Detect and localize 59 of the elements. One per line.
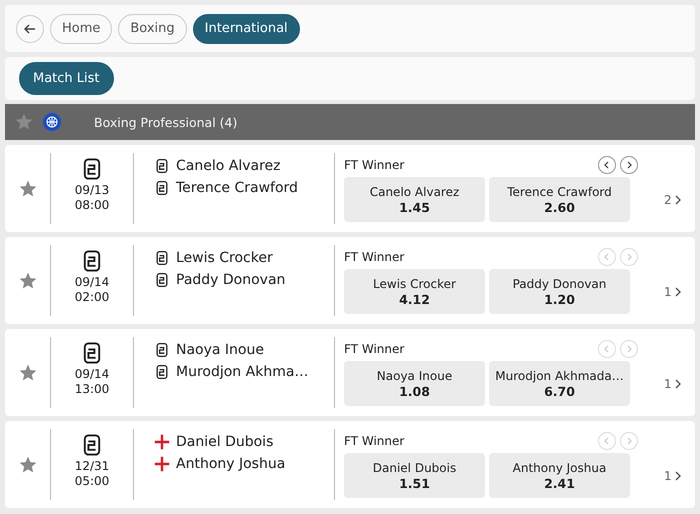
fighter-name: Murodjon Akhma… — [176, 364, 308, 380]
chevron-right-icon — [674, 378, 682, 388]
star-icon[interactable] — [18, 178, 38, 198]
chevron-right-icon — [674, 286, 682, 296]
fighter-name: Naoya Inoue — [176, 342, 264, 358]
chevron-right-icon — [625, 437, 633, 445]
chevron-left-icon — [603, 437, 611, 445]
match-list-button[interactable]: Match List — [19, 62, 114, 95]
star-icon[interactable] — [14, 112, 34, 132]
next-button[interactable] — [620, 156, 638, 174]
odds-button[interactable]: Murodjon Akhmada… 6.70 — [489, 361, 630, 406]
breadcrumb-tab[interactable]: Home — [50, 14, 112, 44]
chevron-left-icon — [603, 253, 611, 261]
market-name: FT Winner — [344, 250, 404, 264]
market-name: FT Winner — [344, 434, 404, 448]
chevron-left-icon — [603, 161, 611, 169]
odds-button[interactable]: Anthony Joshua 2.41 — [489, 453, 630, 498]
match-date: 09/13 — [74, 183, 110, 198]
star-icon[interactable] — [18, 270, 38, 290]
more-markets-link[interactable]: 1 — [664, 376, 682, 390]
chevron-right-icon — [625, 253, 633, 261]
league-name: Boxing Professional (4) — [94, 114, 238, 130]
chevron-right-icon — [625, 345, 633, 353]
match-date: 09/14 — [74, 367, 110, 382]
chevron-right-icon — [674, 470, 682, 480]
breadcrumb-tab[interactable]: International — [192, 14, 300, 44]
odds-button[interactable]: Daniel Dubois 1.51 — [344, 453, 485, 498]
market-name: FT Winner — [344, 158, 404, 172]
fighter-name: Anthony Joshua — [176, 456, 286, 472]
match-time: 05:00 — [74, 474, 110, 489]
back-button[interactable] — [16, 14, 44, 42]
more-markets-link[interactable]: 2 — [664, 192, 682, 206]
odds-button[interactable]: Terence Crawford 2.60 — [489, 177, 630, 222]
prev-button[interactable] — [598, 156, 616, 174]
odds-button[interactable]: Canelo Alvarez 1.45 — [344, 177, 485, 222]
fighter-name: Terence Crawford — [176, 180, 298, 196]
match-time: 13:00 — [74, 382, 110, 397]
odds-button[interactable]: Paddy Donovan 1.20 — [489, 269, 630, 314]
more-markets-link[interactable]: 1 — [664, 284, 682, 298]
chevron-left-icon — [603, 345, 611, 353]
fighter-name: Paddy Donovan — [176, 272, 286, 288]
fighter-name: Lewis Crocker — [176, 250, 273, 266]
match-date: 09/14 — [74, 275, 110, 290]
fighter-name: Daniel Dubois — [176, 434, 274, 450]
breadcrumb-tab[interactable]: Boxing — [118, 14, 187, 44]
back-arrow-icon — [24, 22, 36, 34]
match-time: 02:00 — [74, 290, 110, 305]
odds-button[interactable]: Lewis Crocker 4.12 — [344, 269, 485, 314]
chevron-right-icon — [625, 161, 633, 169]
market-name: FT Winner — [344, 342, 404, 356]
chevron-right-icon — [674, 194, 682, 204]
match-time: 08:00 — [74, 198, 110, 213]
fighter-name: Canelo Alvarez — [176, 158, 280, 174]
star-icon[interactable] — [18, 362, 38, 382]
globe-icon — [43, 113, 61, 131]
match-date: 12/31 — [74, 459, 110, 474]
more-markets-link[interactable]: 1 — [664, 468, 682, 482]
odds-button[interactable]: Naoya Inoue 1.08 — [344, 361, 485, 406]
star-icon[interactable] — [18, 454, 38, 474]
